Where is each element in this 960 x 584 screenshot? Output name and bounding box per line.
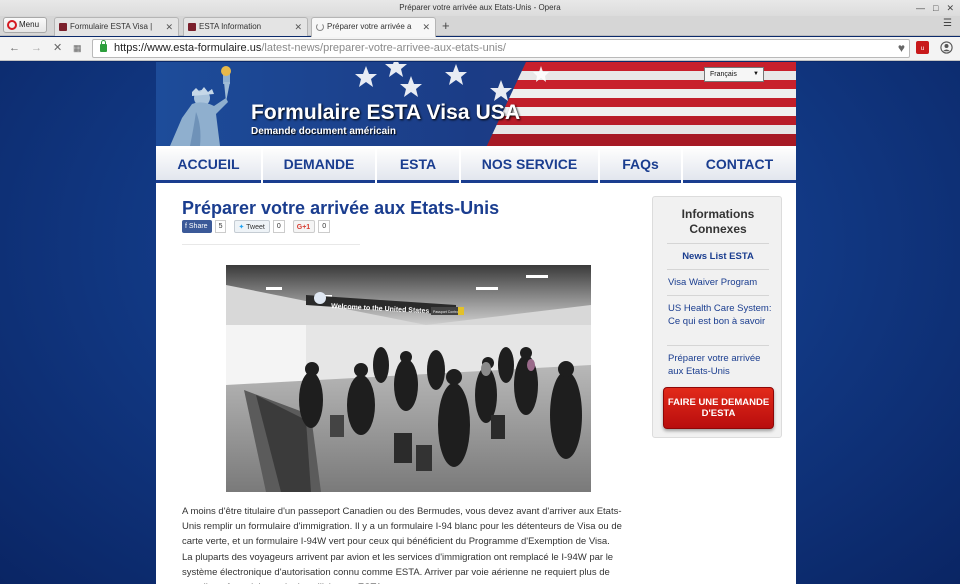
facebook-count: 5 [214,220,227,233]
divider [667,243,769,244]
nav-item-contact[interactable]: CONTACT [683,149,796,183]
tab-menu-icon[interactable]: ☰ [943,18,952,29]
url-host: https://www.esta-formulaire.us [114,42,262,54]
tweet-button[interactable]: ✦ Tweet [234,220,270,233]
address-bar[interactable]: https://www.esta-formulaire.us/latest-ne… [92,39,910,58]
divider [667,269,769,270]
passport-control-text: Passport Control [433,310,459,314]
close-icon[interactable]: ✕ [294,18,302,36]
tab-bar: Menu Formulaire ESTA Visa | ✕ ESTA Infor… [0,16,960,37]
menu-label: Menu [19,20,40,29]
article-photo: Welcome to the United States Passport Co… [226,265,591,492]
tweet-label: Tweet [246,224,265,231]
article-body: A moins d'être titulaire d'un passeport … [182,506,622,584]
close-icon[interactable]: ✕ [165,18,173,36]
nav-item-accueil[interactable]: ACCUEIL [156,149,261,183]
svg-text:u: u [921,46,924,52]
opera-logo-icon [7,20,17,30]
language-value: Français [710,71,737,78]
tab-formulaire[interactable]: Formulaire ESTA Visa | ✕ [54,17,179,36]
web-page: Français ▼ Formulaire ESTA Visa USA Dema… [0,62,960,584]
facebook-label: Share [188,223,208,230]
googleplus-button[interactable]: G+1 [292,220,316,233]
sidebar-link-health-care[interactable]: US Health Care System: Ce qui est bon à … [668,303,776,328]
new-tab-icon[interactable]: + [442,17,450,34]
window-controls: — □ ✕ [916,0,954,16]
nav-item-demande[interactable]: DEMANDE [263,149,375,183]
airport-arrivals-photo: Welcome to the United States Passport Co… [226,265,591,492]
tab-esta-information[interactable]: ESTA Information ✕ [183,17,308,36]
lock-icon [100,40,107,52]
nav-item-nos-service[interactable]: NOS SERVICE [461,149,598,183]
site-title: Formulaire ESTA Visa USA [251,101,521,124]
stop-icon[interactable]: ✕ [53,41,62,55]
address-toolbar: ← → ✕ ▦ https://www.esta-formulaire.us/l… [0,37,960,61]
divider [667,345,769,346]
tab-title: Formulaire ESTA Visa | [70,22,153,31]
sidebar-link-preparer[interactable]: Préparer votre arrivée aux Etats-Unis [668,353,776,378]
nav-item-esta[interactable]: ESTA [377,149,459,183]
divider [182,244,360,245]
main-nav: ACCUEIL DEMANDE ESTA NOS SERVICE FAQs CO… [156,149,796,183]
site-banner: Français ▼ Formulaire ESTA Visa USA Dema… [156,62,796,146]
article: Préparer votre arrivée aux Etats-Unis f … [182,198,622,584]
back-icon[interactable]: ← [9,41,20,55]
site-container: Français ▼ Formulaire ESTA Visa USA Dema… [156,62,796,584]
account-icon[interactable] [940,41,953,54]
nav-item-faqs[interactable]: FAQs [600,149,681,183]
close-icon[interactable]: ✕ [422,18,430,36]
heart-icon[interactable]: ♥ [898,40,905,57]
sidebar-title: Informations Connexes [681,207,755,236]
language-select[interactable]: Français ▼ [704,67,764,82]
adblock-icon[interactable]: u [916,41,929,54]
close-window-icon[interactable]: ✕ [946,0,954,16]
tab-title: ESTA Information [199,22,262,31]
divider [667,295,769,296]
googleplus-icon: G+1 [296,224,311,231]
url-path: /latest-news/preparer-votre-arrivee-aux-… [261,42,506,54]
tab-preparer-active[interactable]: Préparer votre arrivée a ✕ [311,17,436,37]
sidebar: Informations Connexes News List ESTA Vis… [652,196,782,438]
faire-une-demande-button[interactable]: FAIRE UNE DEMANDE D'ESTA [663,387,774,429]
site-subtitle: Demande document américain [251,126,397,137]
sidebar-link-news-list[interactable]: News List ESTA [653,251,783,264]
speed-dial-icon[interactable]: ▦ [73,41,82,55]
maximize-icon[interactable]: □ [933,0,938,16]
loading-spinner-icon [316,23,324,31]
window-titlebar: Préparer votre arrivée aux Etats-Unis - … [0,0,960,16]
site-favicon [59,23,67,31]
googleplus-count: 0 [318,220,331,233]
window-title: Préparer votre arrivée aux Etats-Unis - … [399,3,561,12]
site-favicon [188,23,196,31]
dropdown-arrow-icon: ▼ [753,71,759,77]
facebook-share-button[interactable]: f Share [182,220,212,233]
opera-menu-button[interactable]: Menu [3,17,47,33]
tweet-count: 0 [272,220,285,233]
article-title: Préparer votre arrivée aux Etats-Unis [182,198,500,218]
share-buttons: f Share 5 ✦ Tweet 0 G+1 0 [182,220,338,234]
sidebar-link-visa-waiver[interactable]: Visa Waiver Program [668,277,776,290]
minimize-icon[interactable]: — [916,0,925,16]
tab-title: Préparer votre arrivée a [327,22,412,31]
forward-icon[interactable]: → [31,41,42,55]
